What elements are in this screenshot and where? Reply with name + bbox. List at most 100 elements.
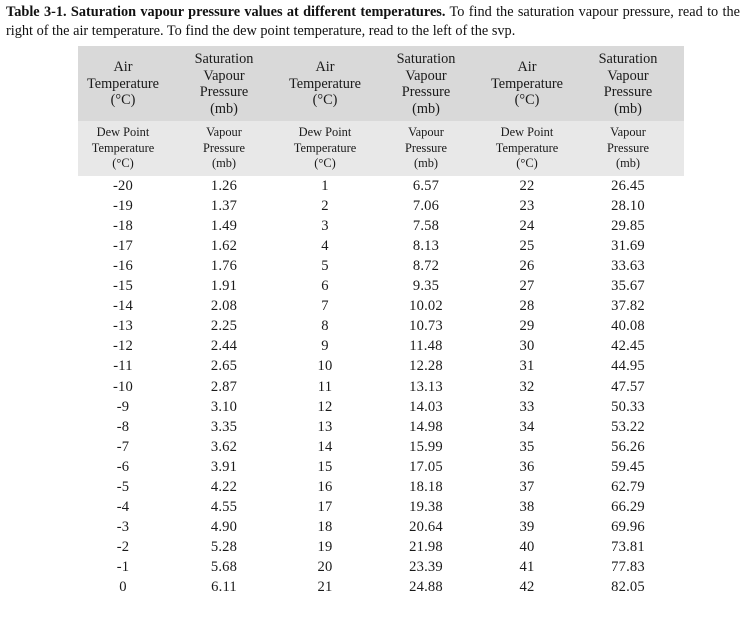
temperature-cell: 7 bbox=[280, 296, 370, 317]
temperature-cell: 34 bbox=[482, 416, 572, 437]
table-row: -20 1.26 1 6.57 22 26.45 bbox=[78, 175, 684, 196]
table-caption: Table 3-1. Saturation vapour pressure va… bbox=[0, 0, 746, 40]
temperature-cell: 25 bbox=[482, 235, 572, 256]
vapour-pressure-cell: 1.49 bbox=[168, 215, 280, 236]
vapour-pressure-cell: 5.68 bbox=[168, 557, 280, 578]
temperature-cell: -14 bbox=[78, 296, 168, 317]
temperature-cell: 1 bbox=[280, 175, 370, 196]
vapour-pressure-cell: 40.08 bbox=[572, 316, 684, 337]
vapour-pressure-cell: 2.87 bbox=[168, 376, 280, 397]
vapour-pressure-cell: 1.26 bbox=[168, 175, 280, 196]
temperature-cell: 5 bbox=[280, 255, 370, 277]
table-row: -14 2.08 7 10.02 28 37.82 bbox=[78, 296, 684, 317]
temperature-cell: 40 bbox=[482, 537, 572, 558]
header-dew-point-temperature-1: Dew Point Temperature (°C) bbox=[78, 121, 168, 176]
temperature-cell: 26 bbox=[482, 255, 572, 277]
vapour-pressure-cell: 9.35 bbox=[370, 276, 482, 297]
vapour-pressure-cell: 7.06 bbox=[370, 195, 482, 216]
table-row: -11 2.65 10 12.28 31 44.95 bbox=[78, 356, 684, 377]
temperature-cell: -6 bbox=[78, 456, 168, 477]
vapour-pressure-cell: 5.28 bbox=[168, 537, 280, 558]
table-row: -9 3.10 12 14.03 33 50.33 bbox=[78, 396, 684, 417]
table-header: Air Temperature (°C) Saturation Vapour P… bbox=[78, 46, 684, 176]
vapour-pressure-cell: 31.69 bbox=[572, 235, 684, 256]
temperature-cell: 18 bbox=[280, 517, 370, 538]
header-row-air-temperature: Air Temperature (°C) Saturation Vapour P… bbox=[78, 46, 684, 122]
vapour-pressure-cell: 4.55 bbox=[168, 497, 280, 518]
temperature-cell: -11 bbox=[78, 356, 168, 377]
table-row: -16 1.76 5 8.72 26 33.63 bbox=[78, 255, 684, 277]
header-vapour-pressure-1: Vapour Pressure (mb) bbox=[168, 121, 280, 176]
vapour-pressure-cell: 3.91 bbox=[168, 456, 280, 477]
vapour-pressure-cell: 13.13 bbox=[370, 376, 482, 397]
vapour-pressure-cell: 35.67 bbox=[572, 276, 684, 297]
temperature-cell: -15 bbox=[78, 276, 168, 297]
vapour-pressure-cell: 2.44 bbox=[168, 336, 280, 357]
table-row: -7 3.62 14 15.99 35 56.26 bbox=[78, 436, 684, 457]
vapour-pressure-cell: 18.18 bbox=[370, 477, 482, 498]
vapour-pressure-cell: 62.79 bbox=[572, 477, 684, 498]
header-saturation-vapour-pressure-2: Saturation Vapour Pressure (mb) bbox=[370, 46, 482, 122]
caption-lead: Table 3-1. Saturation vapour pressure va… bbox=[6, 4, 446, 20]
vapour-pressure-cell: 66.29 bbox=[572, 497, 684, 518]
table-row: 0 6.11 21 24.88 42 82.05 bbox=[78, 577, 684, 598]
table-row: -18 1.49 3 7.58 24 29.85 bbox=[78, 215, 684, 236]
temperature-cell: 16 bbox=[280, 477, 370, 498]
vapour-pressure-cell: 10.02 bbox=[370, 296, 482, 317]
vapour-pressure-cell: 24.88 bbox=[370, 577, 482, 598]
temperature-cell: -17 bbox=[78, 235, 168, 256]
table-body: -20 1.26 1 6.57 22 26.45 -19 1.37 2 7.06 23 28.10 -1… bbox=[78, 175, 684, 598]
vapour-pressure-cell: 12.28 bbox=[370, 356, 482, 377]
temperature-cell: -8 bbox=[78, 416, 168, 437]
header-air-temperature-3: Air Temperature (°C) bbox=[482, 46, 572, 122]
vapour-pressure-cell: 20.64 bbox=[370, 517, 482, 538]
vapour-pressure-cell: 4.22 bbox=[168, 477, 280, 498]
temperature-cell: 14 bbox=[280, 436, 370, 457]
header-saturation-vapour-pressure-1: Saturation Vapour Pressure (mb) bbox=[168, 46, 280, 122]
vapour-pressure-cell: 8.72 bbox=[370, 255, 482, 277]
vapour-pressure-cell: 73.81 bbox=[572, 537, 684, 558]
temperature-cell: 32 bbox=[482, 376, 572, 397]
temperature-cell: 33 bbox=[482, 396, 572, 417]
table-container: Air Temperature (°C) Saturation Vapour P… bbox=[0, 46, 746, 598]
vapour-pressure-cell: 14.98 bbox=[370, 416, 482, 437]
temperature-cell: 3 bbox=[280, 215, 370, 236]
vapour-pressure-cell: 1.37 bbox=[168, 195, 280, 216]
vapour-pressure-cell: 50.33 bbox=[572, 396, 684, 417]
table-row: -8 3.35 13 14.98 34 53.22 bbox=[78, 416, 684, 437]
temperature-cell: 27 bbox=[482, 276, 572, 297]
table-row: -13 2.25 8 10.73 29 40.08 bbox=[78, 316, 684, 337]
table-row: -1 5.68 20 23.39 41 77.83 bbox=[78, 557, 684, 578]
vapour-pressure-cell: 15.99 bbox=[370, 436, 482, 457]
table-row: -2 5.28 19 21.98 40 73.81 bbox=[78, 537, 684, 558]
temperature-cell: 30 bbox=[482, 336, 572, 357]
temperature-cell: -2 bbox=[78, 537, 168, 558]
header-saturation-vapour-pressure-3: Saturation Vapour Pressure (mb) bbox=[572, 46, 684, 122]
vapour-pressure-cell: 26.45 bbox=[572, 175, 684, 196]
temperature-cell: 37 bbox=[482, 477, 572, 498]
vapour-pressure-cell: 77.83 bbox=[572, 557, 684, 578]
temperature-cell: 9 bbox=[280, 336, 370, 357]
vapour-pressure-cell: 56.26 bbox=[572, 436, 684, 457]
header-vapour-pressure-2: Vapour Pressure (mb) bbox=[370, 121, 482, 176]
temperature-cell: -12 bbox=[78, 336, 168, 357]
temperature-cell: -16 bbox=[78, 255, 168, 277]
temperature-cell: 28 bbox=[482, 296, 572, 317]
header-air-temperature-1: Air Temperature (°C) bbox=[78, 46, 168, 122]
table-row: -6 3.91 15 17.05 36 59.45 bbox=[78, 456, 684, 477]
vapour-pressure-cell: 82.05 bbox=[572, 577, 684, 598]
temperature-cell: 13 bbox=[280, 416, 370, 437]
vapour-pressure-cell: 3.62 bbox=[168, 436, 280, 457]
vapour-pressure-cell: 6.11 bbox=[168, 577, 280, 598]
header-dew-point-temperature-2: Dew Point Temperature (°C) bbox=[280, 121, 370, 176]
temperature-cell: 24 bbox=[482, 215, 572, 236]
temperature-cell: -5 bbox=[78, 477, 168, 498]
temperature-cell: -3 bbox=[78, 517, 168, 538]
temperature-cell: 41 bbox=[482, 557, 572, 578]
temperature-cell: 17 bbox=[280, 497, 370, 518]
vapour-pressure-cell: 11.48 bbox=[370, 336, 482, 357]
header-vapour-pressure-3: Vapour Pressure (mb) bbox=[572, 121, 684, 176]
vapour-pressure-cell: 1.76 bbox=[168, 255, 280, 277]
vapour-pressure-cell: 33.63 bbox=[572, 255, 684, 277]
temperature-cell: -7 bbox=[78, 436, 168, 457]
